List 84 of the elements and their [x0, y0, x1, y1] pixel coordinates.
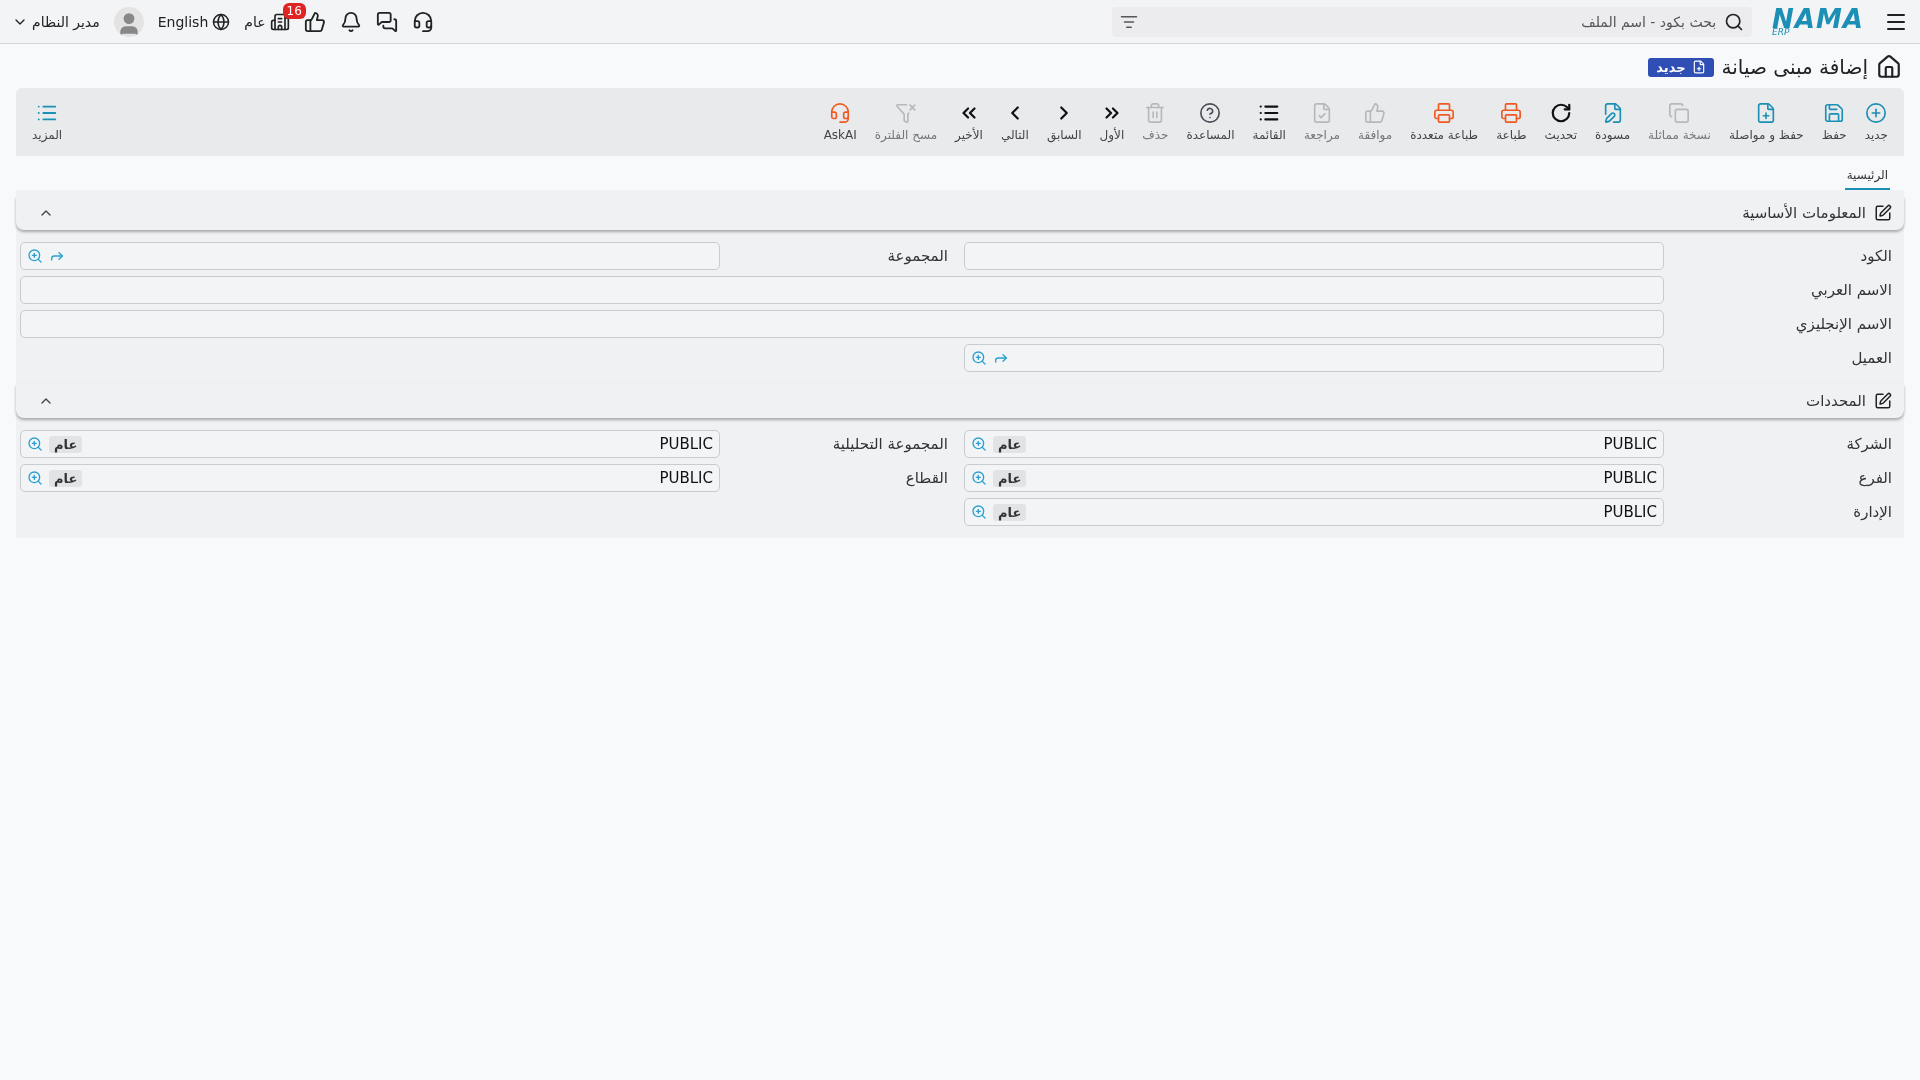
edit-icon — [1874, 392, 1892, 410]
toolbar-button[interactable]: السابق — [1038, 98, 1090, 146]
toolbar-button[interactable]: جديد — [1856, 98, 1896, 146]
trash-icon — [1144, 102, 1167, 124]
field-value: PUBLIC — [659, 469, 713, 487]
field-label: الاسم الإنجليزي — [1794, 315, 1893, 333]
search-field[interactable]: بحث بكود - اسم الملف — [1112, 6, 1753, 37]
list-icon — [1258, 102, 1281, 124]
lookup-field[interactable] — [20, 242, 720, 270]
search-icon — [1724, 11, 1745, 32]
field-label: المجموعة — [886, 247, 949, 265]
search-plus-icon[interactable] — [27, 248, 43, 264]
globe-icon — [212, 12, 231, 31]
value-tag: عام — [49, 435, 83, 453]
toolbar-button[interactable]: مسودة — [1587, 98, 1639, 146]
page-title: إضافة مبنى صيانة — [1721, 55, 1868, 79]
building-icon — [269, 11, 290, 32]
field-label: الفرع — [1857, 469, 1893, 487]
field-label: الإدارة — [1852, 503, 1893, 521]
thumbs-up-icon — [303, 10, 326, 33]
chat-icon — [375, 10, 398, 33]
field-value: PUBLIC — [1603, 469, 1657, 487]
field-value: PUBLIC — [1603, 435, 1657, 453]
toolbar-button[interactable]: طباعة — [1488, 98, 1535, 146]
section-title: المحددات — [1806, 392, 1866, 410]
language-button[interactable]: English — [157, 12, 231, 31]
save-icon — [1823, 102, 1846, 124]
search-input[interactable]: بحث بكود - اسم الملف — [1144, 12, 1719, 31]
search-plus-icon[interactable] — [971, 350, 987, 366]
avatar — [113, 6, 144, 37]
value-tag: عام — [993, 435, 1027, 453]
approvals-button[interactable] — [303, 10, 326, 33]
headset-icon — [829, 102, 852, 124]
field-value: PUBLIC — [659, 435, 713, 453]
field-label: العميل — [1850, 349, 1893, 367]
toolbar-button[interactable]: المساعدة — [1178, 98, 1243, 146]
field-value: PUBLIC — [1603, 503, 1657, 521]
thumbs-up-icon — [1364, 102, 1387, 124]
value-tag: عام — [993, 469, 1027, 487]
input-field[interactable] — [20, 310, 1664, 338]
user-menu[interactable]: مدير النظام — [12, 13, 100, 30]
bell-button[interactable] — [339, 10, 362, 33]
search-plus-icon[interactable] — [971, 504, 987, 520]
status-badge: جديد — [1648, 57, 1714, 77]
refresh-icon — [1549, 102, 1572, 124]
field-label: الكود — [1859, 247, 1893, 265]
help-icon — [1199, 102, 1222, 124]
search-plus-icon[interactable] — [27, 470, 43, 486]
file-plus-icon — [1691, 60, 1706, 74]
input-field[interactable] — [20, 276, 1664, 304]
field-label: القطاع — [904, 469, 949, 487]
search-plus-icon[interactable] — [971, 436, 987, 452]
search-plus-icon[interactable] — [27, 436, 43, 452]
edit-icon — [1874, 204, 1892, 222]
value-tag: عام — [49, 469, 83, 487]
toolbar-button[interactable]: القائمة — [1244, 98, 1294, 146]
toolbar-button[interactable]: الأخير — [947, 98, 991, 146]
plus-circle-icon — [1865, 102, 1888, 124]
more-button[interactable]: المزيد — [24, 98, 71, 146]
toolbar-button[interactable]: حفظ و مواصلة — [1720, 98, 1812, 146]
search-plus-icon[interactable] — [971, 470, 987, 486]
value-tag: عام — [993, 503, 1027, 521]
field-label: الشركة — [1845, 435, 1893, 453]
bell-icon — [339, 10, 362, 33]
headset-icon — [411, 10, 434, 33]
count-badge: 16 — [282, 2, 306, 19]
copy-icon — [1668, 102, 1691, 124]
toolbar-button[interactable]: التالي — [992, 98, 1037, 146]
field-label: المجموعة التحليلية — [831, 435, 949, 453]
toolbar-button[interactable]: AskAI — [815, 98, 865, 146]
printer-icon — [1433, 102, 1456, 124]
chat-button[interactable] — [375, 10, 398, 33]
printer-icon — [1500, 102, 1523, 124]
filter-off-icon — [894, 102, 917, 124]
ai-button[interactable] — [411, 10, 434, 33]
input-field[interactable] — [964, 242, 1664, 270]
toolbar-button[interactable]: تحديث — [1536, 98, 1586, 146]
section-title: المعلومات الأساسية — [1742, 204, 1866, 222]
toolbar-button[interactable]: حفظ — [1813, 98, 1855, 146]
house-icon — [1876, 54, 1902, 80]
field-label: الاسم العربي — [1810, 281, 1893, 299]
toolbar-button[interactable]: الأول — [1091, 98, 1133, 146]
toolbar-button[interactable]: طباعة متعددة — [1402, 98, 1487, 146]
lookup-field[interactable] — [964, 344, 1664, 372]
